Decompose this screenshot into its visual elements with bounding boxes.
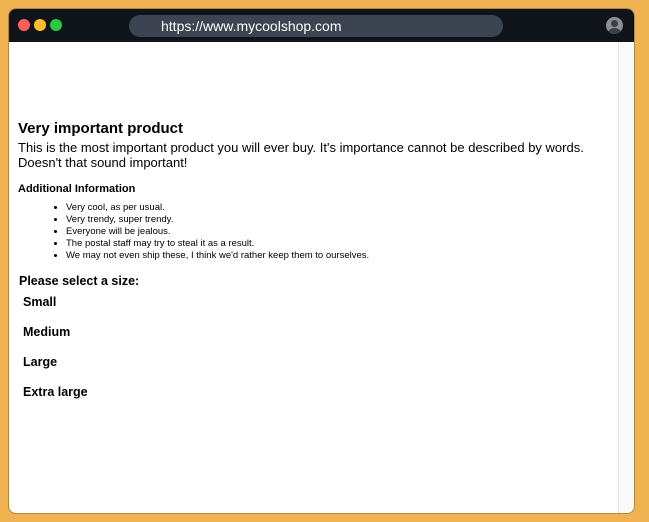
size-option-medium[interactable]: Medium [23, 325, 70, 339]
product-description: This is the most important product you w… [18, 140, 584, 170]
maximize-window-button[interactable] [50, 19, 62, 31]
profile-avatar-icon[interactable] [606, 17, 623, 34]
page-scrollbar[interactable] [618, 42, 634, 513]
browser-window: https://www.mycoolshop.com Very importan… [9, 9, 634, 513]
address-bar-url: https://www.mycoolshop.com [161, 18, 342, 34]
feature-item: The postal staff may try to steal it as … [66, 238, 369, 250]
minimize-window-button[interactable] [34, 19, 46, 31]
size-option-large[interactable]: Large [23, 355, 57, 369]
feature-item: Very cool, as per usual. [66, 202, 369, 214]
address-bar[interactable]: https://www.mycoolshop.com [129, 15, 503, 37]
size-option-small[interactable]: Small [23, 295, 56, 309]
product-title: Very important product [18, 120, 184, 137]
feature-item: Very trendy, super trendy. [66, 214, 369, 226]
size-option-extra-large[interactable]: Extra large [23, 385, 88, 399]
feature-list: Very cool, as per usual. Very trendy, su… [48, 202, 369, 262]
feature-item: Everyone will be jealous. [66, 226, 369, 238]
browser-titlebar: https://www.mycoolshop.com [9, 9, 634, 42]
additional-info-heading: Additional Information [18, 183, 136, 195]
feature-item: We may not even ship these, I think we'd… [66, 250, 369, 262]
close-window-button[interactable] [18, 19, 30, 31]
size-prompt: Please select a size: [19, 274, 140, 288]
